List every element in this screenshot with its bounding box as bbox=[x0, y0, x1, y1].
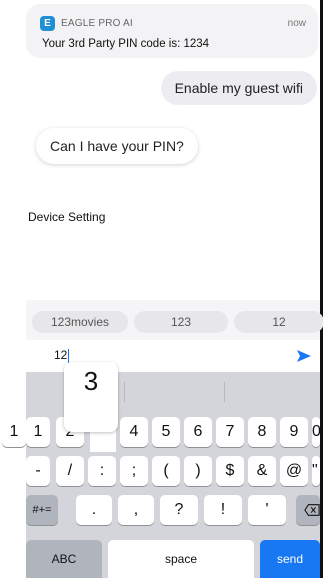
key-6[interactable]: 6 bbox=[184, 417, 212, 447]
notification-banner[interactable]: E EAGLE PRO AI now Your 3rd Party PIN co… bbox=[26, 4, 318, 58]
notification-app-name: EAGLE PRO AI bbox=[61, 18, 133, 29]
message-input-value: 12 bbox=[54, 348, 68, 362]
key-1[interactable]: 1 bbox=[2, 417, 26, 447]
incoming-message-text: Can I have your PIN? bbox=[50, 138, 184, 154]
backspace-key[interactable] bbox=[296, 495, 320, 525]
suggestion-chip[interactable]: 12 bbox=[234, 311, 323, 333]
key-slash[interactable]: / bbox=[56, 456, 84, 486]
notification-time: now bbox=[287, 18, 306, 29]
key-close-paren[interactable]: ) bbox=[184, 456, 212, 486]
notification-message: Your 3rd Party PIN code is: 1234 bbox=[42, 38, 210, 50]
suggestion-chip[interactable]: 123 bbox=[134, 311, 228, 333]
backspace-icon bbox=[304, 504, 320, 516]
incoming-message-bubble: Can I have your PIN? bbox=[36, 128, 198, 164]
space-key[interactable]: space bbox=[108, 540, 254, 578]
key-7[interactable]: 7 bbox=[216, 417, 244, 447]
key-comma[interactable]: , bbox=[118, 495, 154, 525]
key-1[interactable]: 1 bbox=[26, 417, 50, 447]
outgoing-message-text: Enable my guest wifi bbox=[174, 80, 303, 96]
outgoing-message-bubble: Enable my guest wifi bbox=[160, 71, 317, 105]
key-0[interactable]: 0 bbox=[312, 417, 320, 447]
prediction-divider bbox=[124, 382, 125, 402]
suggestion-chip[interactable]: 123movies bbox=[32, 311, 128, 333]
key-8[interactable]: 8 bbox=[248, 417, 276, 447]
key-hyphen[interactable]: - bbox=[26, 456, 50, 486]
suggestion-bar: 123movies 123 12 bbox=[26, 300, 323, 340]
symbols-key[interactable]: #+= bbox=[26, 495, 58, 525]
key-period[interactable]: . bbox=[76, 495, 112, 525]
key-apostrophe[interactable]: ' bbox=[248, 495, 286, 525]
key-dollar[interactable]: $ bbox=[216, 456, 244, 486]
device-setting-label: Device Setting bbox=[28, 210, 106, 224]
prediction-divider bbox=[224, 382, 225, 402]
key-4[interactable]: 4 bbox=[120, 417, 148, 447]
send-arrow-icon[interactable] bbox=[294, 346, 314, 366]
key-ampersand[interactable]: & bbox=[248, 456, 276, 486]
key-semicolon[interactable]: ; bbox=[120, 456, 148, 486]
eagle-app-icon: E bbox=[40, 16, 55, 31]
text-cursor bbox=[68, 348, 70, 363]
abc-key[interactable]: ABC bbox=[26, 540, 102, 578]
key-question[interactable]: ? bbox=[160, 495, 198, 525]
key-9[interactable]: 9 bbox=[280, 417, 308, 447]
key-exclamation[interactable]: ! bbox=[204, 495, 242, 525]
key-at[interactable]: @ bbox=[280, 456, 308, 486]
message-input[interactable]: 12 bbox=[54, 348, 70, 363]
key-quote[interactable]: " bbox=[312, 456, 320, 486]
key-colon[interactable]: : bbox=[88, 456, 116, 486]
send-key[interactable]: send bbox=[260, 540, 320, 578]
key-open-paren[interactable]: ( bbox=[152, 456, 180, 486]
key-popup: 3 bbox=[64, 362, 118, 432]
key-5[interactable]: 5 bbox=[152, 417, 180, 447]
